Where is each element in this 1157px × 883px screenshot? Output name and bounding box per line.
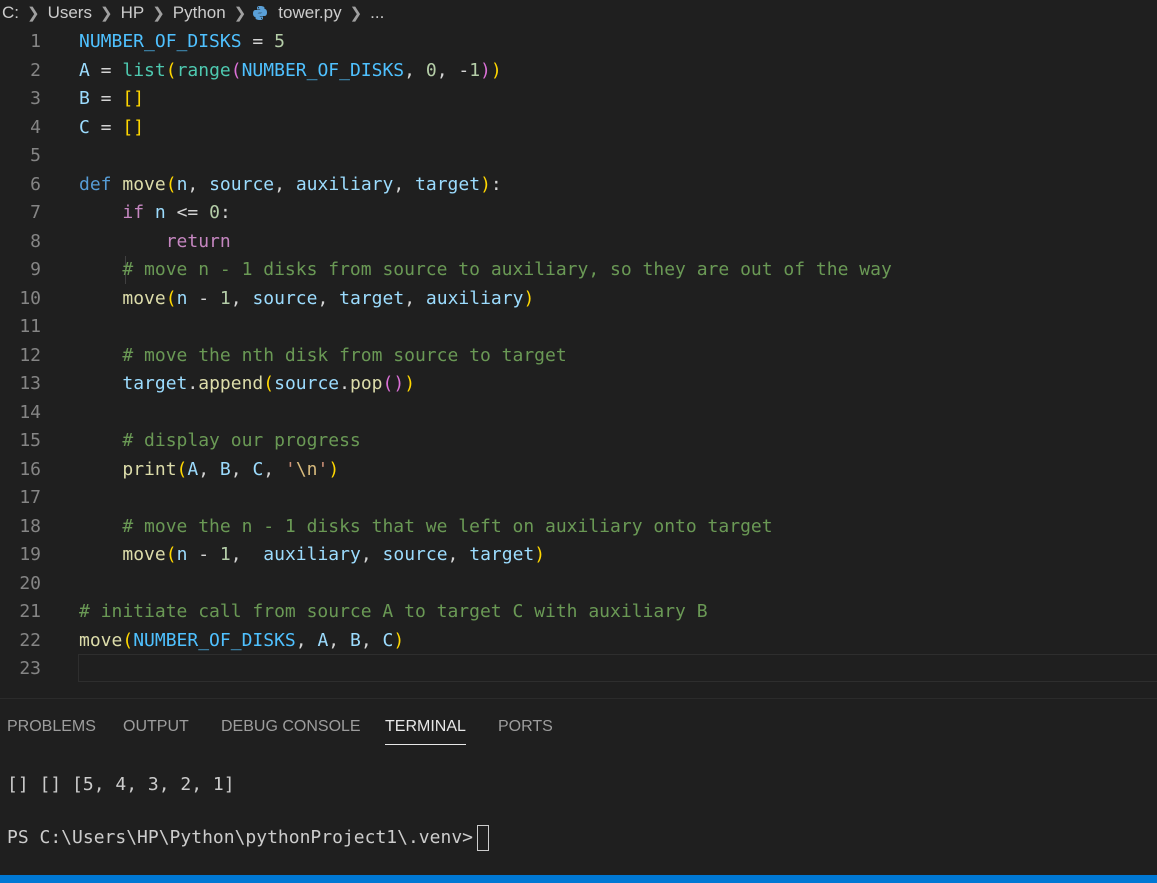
tab-problems[interactable]: PROBLEMS	[7, 710, 96, 744]
code-line[interactable]: 9 # move n - 1 disks from source to auxi…	[0, 256, 1157, 285]
code-line[interactable]: 20	[0, 570, 1157, 599]
breadcrumb-file[interactable]: tower.py	[276, 3, 343, 23]
code-line[interactable]: 12 # move the nth disk from source to ta…	[0, 342, 1157, 371]
tab-debug-console[interactable]: DEBUG CONSOLE	[221, 710, 361, 744]
terminal-prompt: PS C:\Users\HP\Python\pythonProject1\.ve…	[7, 827, 473, 848]
chevron-right-icon: ❯	[27, 5, 40, 22]
tab-ports[interactable]: PORTS	[498, 710, 553, 744]
code-line[interactable]: 4C = []	[0, 114, 1157, 143]
chevron-right-icon: ❯	[349, 5, 363, 22]
code-line[interactable]: 15 # display our progress	[0, 427, 1157, 456]
status-bar	[0, 875, 1157, 883]
code-line[interactable]: 8 return	[0, 228, 1157, 257]
tab-output[interactable]: OUTPUT	[123, 710, 189, 744]
breadcrumb: C: ❯ Users ❯ HP ❯ Python ❯ tower.py ❯ ..…	[0, 0, 1157, 26]
breadcrumb-python[interactable]: Python	[171, 3, 228, 23]
code-line[interactable]: 21 # initiate call from source A to targe…	[0, 598, 1157, 627]
code-line[interactable]: 7 if n <= 0:	[0, 199, 1157, 228]
code-line[interactable]: 19 move(n - 1, auxiliary, source, target…	[0, 541, 1157, 570]
tab-terminal[interactable]: TERMINAL	[385, 710, 466, 745]
breadcrumb-users[interactable]: Users	[46, 3, 94, 23]
breadcrumb-drive[interactable]: C:	[0, 3, 21, 23]
code-line[interactable]: 3B = []	[0, 85, 1157, 114]
chevron-right-icon: ❯	[233, 5, 247, 22]
chevron-right-icon: ❯	[99, 5, 113, 22]
code-line[interactable]: 18 # move the n - 1 disks that we left o…	[0, 513, 1157, 542]
panel-divider	[0, 698, 1157, 699]
terminal-output: [] [] [5, 4, 3, 2, 1]	[7, 774, 235, 795]
panel-tabs: PROBLEMS OUTPUT DEBUG CONSOLE TERMINAL P…	[0, 710, 1157, 746]
code-line[interactable]: 1 NUMBER_OF_DISKS = 5	[0, 28, 1157, 57]
code-line[interactable]: 13 target.append(source.pop())	[0, 370, 1157, 399]
code-line[interactable]: 2A = list(range(NUMBER_OF_DISKS, 0, -1))	[0, 57, 1157, 86]
code-line-current[interactable]: 23	[0, 654, 1157, 684]
terminal-prompt-line[interactable]: PS C:\Users\HP\Python\pythonProject1\.ve…	[7, 825, 489, 851]
python-file-icon	[253, 6, 268, 20]
code-editor[interactable]: 1 NUMBER_OF_DISKS = 5 2A = list(range(NUM…	[0, 28, 1157, 698]
code-line[interactable]: 17	[0, 484, 1157, 513]
breadcrumb-more[interactable]: ...	[368, 3, 386, 23]
code-line[interactable]: 14	[0, 399, 1157, 428]
code-line[interactable]: 10 move(n - 1, source, target, auxiliary…	[0, 285, 1157, 314]
code-line[interactable]: 6 def move(n, source, auxiliary, target):	[0, 171, 1157, 200]
code-line[interactable]: 16 print(A, B, C, '\n')	[0, 456, 1157, 485]
chevron-right-icon: ❯	[152, 5, 165, 22]
breadcrumb-hp[interactable]: HP	[119, 3, 147, 23]
code-line[interactable]: 5	[0, 142, 1157, 171]
terminal-cursor	[477, 825, 489, 851]
code-line[interactable]: 11	[0, 313, 1157, 342]
code-line[interactable]: 22 move(NUMBER_OF_DISKS, A, B, C)	[0, 627, 1157, 656]
